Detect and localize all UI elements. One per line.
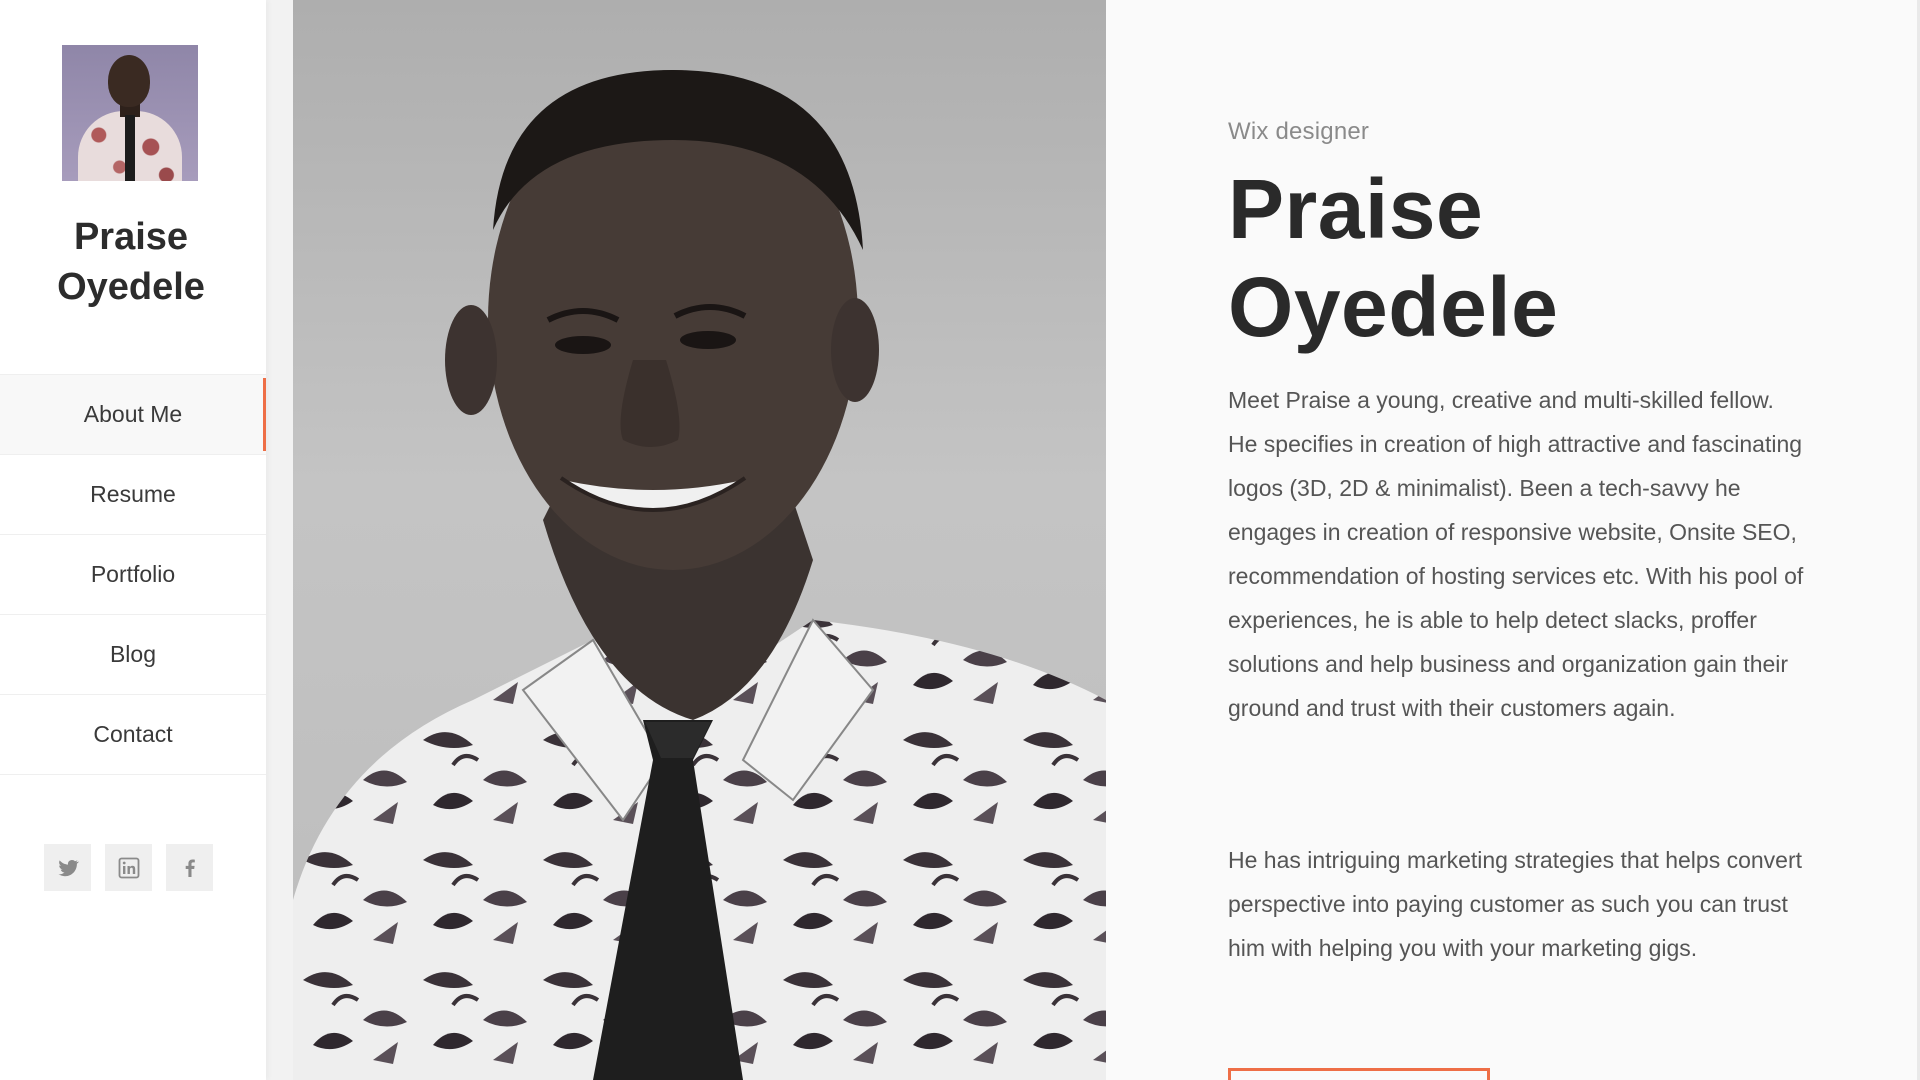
nav-item-resume[interactable]: Resume	[0, 454, 266, 534]
twitter-icon	[58, 859, 79, 876]
nav-item-blog[interactable]: Blog	[0, 614, 266, 694]
social-links	[44, 844, 213, 891]
nav-item-contact[interactable]: Contact	[0, 694, 266, 775]
avatar[interactable]	[62, 45, 198, 181]
sidebar: Praise Oyedele About Me Resume Portfolio…	[0, 0, 266, 1080]
nav-item-label: About Me	[83, 401, 183, 427]
facebook-button[interactable]	[166, 844, 213, 891]
page-title: Praise Oyedele	[1228, 160, 1828, 356]
nav-item-portfolio[interactable]: Portfolio	[0, 534, 266, 614]
about-paragraph-1: Meet Praise a young, creative and multi-…	[1228, 387, 1804, 721]
title-line-2: Oyedele	[1228, 260, 1559, 354]
facebook-icon	[185, 859, 195, 877]
page-subtitle: Wix designer	[1228, 118, 1370, 145]
portrait-illustration	[293, 70, 1106, 1080]
page: Praise Oyedele About Me Resume Portfolio…	[0, 0, 1920, 1080]
title-line-1: Praise	[1228, 162, 1484, 256]
avatar-head	[108, 55, 150, 107]
avatar-tie	[125, 115, 135, 181]
nav-item-label: Contact	[93, 721, 173, 747]
cta-button[interactable]	[1228, 1068, 1490, 1080]
nav-item-label: Portfolio	[90, 561, 176, 587]
nav-item-about-me[interactable]: About Me	[0, 374, 266, 454]
about-section: Wix designer Praise Oyedele Meet Praise …	[1106, 0, 1920, 1080]
about-paragraph-2: He has intriguing marketing strategies t…	[1228, 847, 1803, 961]
linkedin-button[interactable]	[105, 844, 152, 891]
linkedin-icon	[118, 857, 139, 878]
nav-item-label: Resume	[90, 481, 176, 507]
portrait-photo	[293, 0, 1106, 1080]
nav-item-label: Blog	[109, 641, 157, 667]
sidebar-name: Praise Oyedele	[57, 216, 205, 308]
twitter-button[interactable]	[44, 844, 91, 891]
sidebar-nav: About Me Resume Portfolio Blog Contact	[0, 374, 266, 775]
